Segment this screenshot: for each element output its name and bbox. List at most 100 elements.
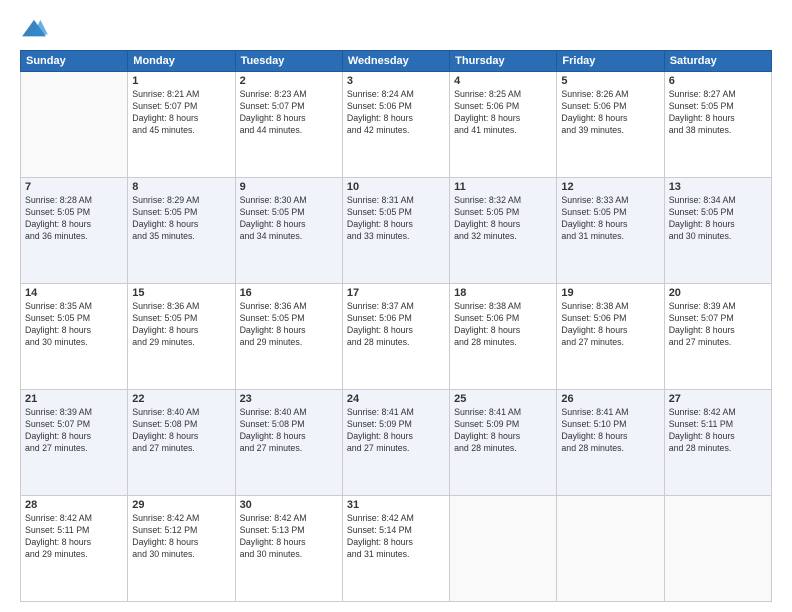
day-number: 15 (132, 287, 230, 299)
calendar-cell: 3Sunrise: 8:24 AM Sunset: 5:06 PM Daylig… (342, 72, 449, 178)
calendar-cell: 13 Sunrise: 8:34 AM Sunset: 5:05 PM Dayli… (664, 178, 771, 284)
calendar-week-row: 1Sunrise: 8:21 AM Sunset: 5:07 PM Daylig… (21, 72, 772, 178)
calendar-day-header: Sunday (21, 51, 128, 72)
calendar-week-row: 14 Sunrise: 8:35 AM Sunset: 5:05 PM Dayli… (21, 284, 772, 390)
header (20, 18, 772, 40)
day-number: 18 (454, 287, 552, 299)
day-info: Sunrise: 8:42 AM Sunset: 5:12 PM Dayligh… (132, 513, 230, 561)
day-info: Sunrise: 8:29 AM Sunset: 5:05 PM Dayligh… (132, 195, 230, 243)
day-number: 30 (240, 499, 338, 511)
logo (20, 18, 52, 40)
calendar-cell: 7 Sunrise: 8:28 AM Sunset: 5:05 PM Daylig… (21, 178, 128, 284)
calendar-day-header: Tuesday (235, 51, 342, 72)
calendar-cell: 18 Sunrise: 8:38 AM Sunset: 5:06 PM Dayli… (450, 284, 557, 390)
day-number: 5 (561, 75, 659, 87)
day-info: Sunrise: 8:30 AM Sunset: 5:05 PM Dayligh… (240, 195, 338, 243)
calendar-week-row: 28 Sunrise: 8:42 AM Sunset: 5:11 PM Dayli… (21, 496, 772, 602)
calendar-cell: 26 Sunrise: 8:41 AM Sunset: 5:10 PM Dayli… (557, 390, 664, 496)
calendar-cell: 2Sunrise: 8:23 AM Sunset: 5:07 PM Daylig… (235, 72, 342, 178)
day-info: Sunrise: 8:39 AM Sunset: 5:07 PM Dayligh… (669, 301, 767, 349)
day-info: Sunrise: 8:41 AM Sunset: 5:10 PM Dayligh… (561, 407, 659, 455)
calendar-cell (450, 496, 557, 602)
day-info: Sunrise: 8:37 AM Sunset: 5:06 PM Dayligh… (347, 301, 445, 349)
day-info: Sunrise: 8:32 AM Sunset: 5:05 PM Dayligh… (454, 195, 552, 243)
calendar-day-header: Saturday (664, 51, 771, 72)
calendar-day-header: Wednesday (342, 51, 449, 72)
day-info: Sunrise: 8:34 AM Sunset: 5:05 PM Dayligh… (669, 195, 767, 243)
day-number: 20 (669, 287, 767, 299)
calendar-header-row: SundayMondayTuesdayWednesdayThursdayFrid… (21, 51, 772, 72)
calendar-cell: 1Sunrise: 8:21 AM Sunset: 5:07 PM Daylig… (128, 72, 235, 178)
page: SundayMondayTuesdayWednesdayThursdayFrid… (0, 0, 792, 612)
calendar-cell (21, 72, 128, 178)
day-number: 4 (454, 75, 552, 87)
day-info: Sunrise: 8:42 AM Sunset: 5:11 PM Dayligh… (669, 407, 767, 455)
calendar-cell: 10 Sunrise: 8:31 AM Sunset: 5:05 PM Dayli… (342, 178, 449, 284)
day-info: Sunrise: 8:41 AM Sunset: 5:09 PM Dayligh… (454, 407, 552, 455)
calendar-week-row: 7 Sunrise: 8:28 AM Sunset: 5:05 PM Daylig… (21, 178, 772, 284)
calendar-cell: 20 Sunrise: 8:39 AM Sunset: 5:07 PM Dayli… (664, 284, 771, 390)
day-info: Sunrise: 8:35 AM Sunset: 5:05 PM Dayligh… (25, 301, 123, 349)
day-info: Sunrise: 8:40 AM Sunset: 5:08 PM Dayligh… (132, 407, 230, 455)
day-info: Sunrise: 8:36 AM Sunset: 5:05 PM Dayligh… (132, 301, 230, 349)
calendar-cell: 9 Sunrise: 8:30 AM Sunset: 5:05 PM Daylig… (235, 178, 342, 284)
calendar-cell: 4 Sunrise: 8:25 AM Sunset: 5:06 PM Daylig… (450, 72, 557, 178)
calendar-cell: 12Sunrise: 8:33 AM Sunset: 5:05 PM Dayli… (557, 178, 664, 284)
day-info: Sunrise: 8:39 AM Sunset: 5:07 PM Dayligh… (25, 407, 123, 455)
day-number: 25 (454, 393, 552, 405)
day-number: 21 (25, 393, 123, 405)
calendar-cell: 6 Sunrise: 8:27 AM Sunset: 5:05 PM Daylig… (664, 72, 771, 178)
day-number: 6 (669, 75, 767, 87)
day-number: 19 (561, 287, 659, 299)
calendar-cell: 29Sunrise: 8:42 AM Sunset: 5:12 PM Dayli… (128, 496, 235, 602)
day-info: Sunrise: 8:25 AM Sunset: 5:06 PM Dayligh… (454, 89, 552, 137)
calendar-cell: 24 Sunrise: 8:41 AM Sunset: 5:09 PM Dayli… (342, 390, 449, 496)
calendar-cell (664, 496, 771, 602)
day-info: Sunrise: 8:42 AM Sunset: 5:13 PM Dayligh… (240, 513, 338, 561)
calendar-day-header: Friday (557, 51, 664, 72)
day-number: 14 (25, 287, 123, 299)
day-number: 31 (347, 499, 445, 511)
calendar-cell: 25 Sunrise: 8:41 AM Sunset: 5:09 PM Dayli… (450, 390, 557, 496)
day-number: 9 (240, 181, 338, 193)
calendar-day-header: Thursday (450, 51, 557, 72)
day-number: 24 (347, 393, 445, 405)
day-number: 7 (25, 181, 123, 193)
calendar-cell: 11Sunrise: 8:32 AM Sunset: 5:05 PM Dayli… (450, 178, 557, 284)
day-number: 8 (132, 181, 230, 193)
day-info: Sunrise: 8:42 AM Sunset: 5:11 PM Dayligh… (25, 513, 123, 561)
day-info: Sunrise: 8:27 AM Sunset: 5:05 PM Dayligh… (669, 89, 767, 137)
calendar-cell (557, 496, 664, 602)
day-number: 26 (561, 393, 659, 405)
calendar-cell: 8 Sunrise: 8:29 AM Sunset: 5:05 PM Daylig… (128, 178, 235, 284)
day-number: 16 (240, 287, 338, 299)
logo-icon (20, 18, 48, 40)
calendar-cell: 28 Sunrise: 8:42 AM Sunset: 5:11 PM Dayli… (21, 496, 128, 602)
calendar-cell: 5 Sunrise: 8:26 AM Sunset: 5:06 PM Daylig… (557, 72, 664, 178)
day-info: Sunrise: 8:26 AM Sunset: 5:06 PM Dayligh… (561, 89, 659, 137)
calendar-cell: 19 Sunrise: 8:38 AM Sunset: 5:06 PM Dayli… (557, 284, 664, 390)
day-number: 17 (347, 287, 445, 299)
calendar-cell: 21 Sunrise: 8:39 AM Sunset: 5:07 PM Dayli… (21, 390, 128, 496)
day-info: Sunrise: 8:24 AM Sunset: 5:06 PM Dayligh… (347, 89, 445, 137)
calendar-table: SundayMondayTuesdayWednesdayThursdayFrid… (20, 50, 772, 602)
calendar-cell: 27Sunrise: 8:42 AM Sunset: 5:11 PM Dayli… (664, 390, 771, 496)
calendar-cell: 16 Sunrise: 8:36 AM Sunset: 5:05 PM Dayli… (235, 284, 342, 390)
day-info: Sunrise: 8:38 AM Sunset: 5:06 PM Dayligh… (561, 301, 659, 349)
calendar-cell: 30 Sunrise: 8:42 AM Sunset: 5:13 PM Dayli… (235, 496, 342, 602)
day-number: 28 (25, 499, 123, 511)
day-number: 13 (669, 181, 767, 193)
day-info: Sunrise: 8:28 AM Sunset: 5:05 PM Dayligh… (25, 195, 123, 243)
calendar-week-row: 21 Sunrise: 8:39 AM Sunset: 5:07 PM Dayli… (21, 390, 772, 496)
day-info: Sunrise: 8:36 AM Sunset: 5:05 PM Dayligh… (240, 301, 338, 349)
day-info: Sunrise: 8:31 AM Sunset: 5:05 PM Dayligh… (347, 195, 445, 243)
calendar-cell: 15 Sunrise: 8:36 AM Sunset: 5:05 PM Dayli… (128, 284, 235, 390)
day-info: Sunrise: 8:23 AM Sunset: 5:07 PM Dayligh… (240, 89, 338, 137)
day-number: 23 (240, 393, 338, 405)
day-info: Sunrise: 8:38 AM Sunset: 5:06 PM Dayligh… (454, 301, 552, 349)
calendar-cell: 31Sunrise: 8:42 AM Sunset: 5:14 PM Dayli… (342, 496, 449, 602)
day-info: Sunrise: 8:41 AM Sunset: 5:09 PM Dayligh… (347, 407, 445, 455)
calendar-cell: 22Sunrise: 8:40 AM Sunset: 5:08 PM Dayli… (128, 390, 235, 496)
day-number: 10 (347, 181, 445, 193)
day-number: 1 (132, 75, 230, 87)
